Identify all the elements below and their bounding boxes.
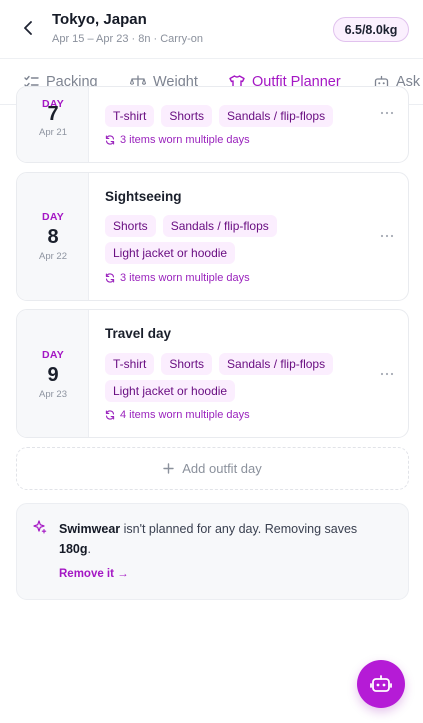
- repeat-icon: [105, 410, 115, 420]
- repeat-note: 4 items worn multiple days: [105, 409, 250, 421]
- outfit-chip[interactable]: T-shirt: [105, 105, 155, 127]
- outfit-items: Shorts Sandals / flip-flops: [105, 215, 277, 237]
- repeat-icon: [105, 135, 115, 145]
- outfit-items: Light jacket or hoodie: [105, 242, 236, 264]
- outfit-day-card[interactable]: DAY 9 Apr 23 Travel day T-shirt Shorts S…: [16, 309, 409, 438]
- day-activity: Sightseeing: [105, 189, 182, 204]
- add-outfit-day-button[interactable]: Add outfit day: [16, 447, 409, 490]
- day-date: Apr 23: [39, 389, 67, 400]
- repeat-note-text: 4 items worn multiple days: [120, 409, 250, 421]
- repeat-note-text: 3 items worn multiple days: [120, 272, 250, 284]
- trip-subtitle: Apr 15 – Apr 23 · 8n · Carry-on: [52, 33, 204, 45]
- add-outfit-day-label: Add outfit day: [182, 461, 262, 476]
- outfit-chip[interactable]: Sandals / flip-flops: [219, 353, 334, 375]
- repeat-note: 3 items worn multiple days: [105, 272, 250, 284]
- day-label: DAY: [41, 349, 65, 361]
- assistant-fab-button[interactable]: [357, 660, 405, 708]
- more-options-icon[interactable]: [379, 108, 395, 118]
- repeat-icon: [105, 273, 115, 283]
- outfit-chip[interactable]: Light jacket or hoodie: [105, 242, 236, 264]
- suggestion-item: Swimwear: [59, 522, 121, 536]
- chevron-left-icon: [24, 21, 32, 35]
- back-button[interactable]: [18, 17, 38, 39]
- day-number: 9: [47, 364, 59, 386]
- day-number: 7: [47, 103, 59, 125]
- trip-title: Tokyo, Japan: [52, 11, 147, 28]
- outfit-items: T-shirt Shorts Sandals / flip-flops: [105, 353, 334, 375]
- day-activity: Travel day: [105, 326, 172, 341]
- outfit-chip[interactable]: Sandals / flip-flops: [219, 105, 334, 127]
- day-number: 8: [47, 226, 59, 248]
- outfit-chip[interactable]: Shorts: [161, 353, 213, 375]
- trip-header: Tokyo, Japan Apr 15 – Apr 23 · 8n · Carr…: [0, 0, 423, 58]
- robot-icon: [370, 675, 392, 692]
- plus-icon: [163, 463, 174, 474]
- day-rail: DAY 9 Apr 23: [17, 310, 89, 437]
- outfit-items: Light jacket or hoodie: [105, 380, 236, 402]
- more-options-icon[interactable]: [379, 369, 395, 379]
- day-rail: DAY 7 Apr 21: [17, 87, 89, 162]
- outfit-chip[interactable]: Light jacket or hoodie: [105, 380, 236, 402]
- suggestion-end: .: [87, 542, 91, 556]
- suggestion-card: Swimwear isn't planned for any day. Remo…: [16, 503, 409, 600]
- outfit-chip[interactable]: T-shirt: [105, 353, 155, 375]
- outfit-chip[interactable]: Shorts: [105, 215, 156, 237]
- outfit-day-card[interactable]: DAY 8 Apr 22 Sightseeing Shorts Sandals …: [16, 172, 409, 301]
- repeat-note-text: 3 items worn multiple days: [120, 134, 250, 146]
- more-options-icon[interactable]: [379, 231, 395, 241]
- repeat-note: 3 items worn multiple days: [105, 134, 250, 146]
- day-label: DAY: [41, 211, 65, 223]
- remove-item-link[interactable]: Remove it →: [59, 568, 129, 580]
- suggestion-text: Swimwear isn't planned for any day. Remo…: [59, 519, 389, 559]
- outfit-chip[interactable]: Sandals / flip-flops: [162, 215, 277, 237]
- outfit-day-card[interactable]: DAY 7 Apr 21 T-shirt Shorts Sandals / fl…: [16, 86, 409, 163]
- day-rail: DAY 8 Apr 22: [17, 173, 89, 300]
- day-date: Apr 21: [39, 127, 67, 138]
- suggestion-saving: 180g: [59, 542, 88, 556]
- day-date: Apr 22: [39, 251, 67, 262]
- sparkle-icon: [33, 520, 47, 534]
- outfit-items: T-shirt Shorts Sandals / flip-flops: [105, 105, 334, 127]
- suggestion-body: isn't planned for any day. Removing save…: [120, 522, 358, 536]
- weight-badge[interactable]: 6.5/8.0kg: [333, 17, 409, 42]
- outfit-chip[interactable]: Shorts: [161, 105, 213, 127]
